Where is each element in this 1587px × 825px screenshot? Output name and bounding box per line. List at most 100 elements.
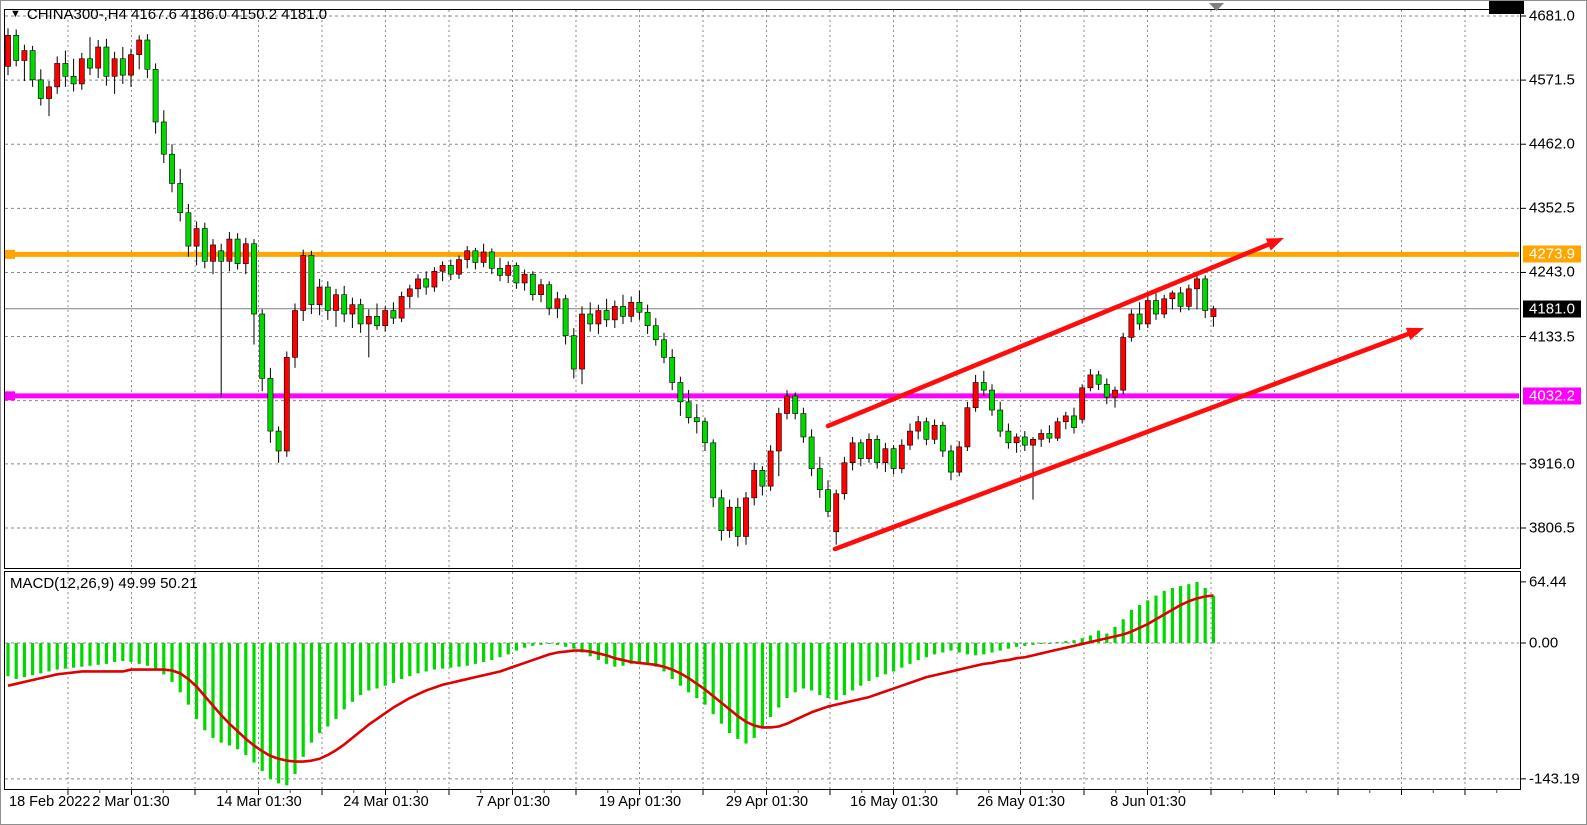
candle-down[interactable]	[120, 59, 125, 75]
candle-down[interactable]	[588, 314, 593, 324]
candle-down[interactable]	[145, 40, 150, 69]
candle-down[interactable]	[219, 251, 224, 262]
candle-up[interactable]	[415, 279, 420, 289]
candle-down[interactable]	[998, 410, 1003, 431]
candle-up[interactable]	[973, 383, 978, 408]
candle-down[interactable]	[309, 255, 314, 304]
candle-up[interactable]	[768, 451, 773, 486]
candle-down[interactable]	[38, 80, 43, 99]
candle-up[interactable]	[538, 285, 543, 295]
candle-down[interactable]	[1153, 301, 1158, 314]
candle-down[interactable]	[981, 383, 986, 391]
candle-up[interactable]	[227, 239, 232, 261]
candle-up[interactable]	[210, 245, 215, 261]
candle-down[interactable]	[1178, 293, 1183, 306]
candle-up[interactable]	[866, 439, 871, 458]
candle-up[interactable]	[1145, 301, 1150, 324]
candle-up[interactable]	[506, 265, 511, 275]
candle-up[interactable]	[432, 271, 437, 287]
candle-down[interactable]	[268, 378, 273, 431]
candle-down[interactable]	[235, 239, 240, 264]
candle-up[interactable]	[440, 265, 445, 271]
hline-handle[interactable]	[4, 391, 15, 400]
candle-down[interactable]	[374, 316, 379, 325]
trend-arrow-line[interactable]	[828, 244, 1268, 426]
candle-up[interactable]	[55, 63, 60, 86]
candle-down[interactable]	[711, 443, 716, 498]
candle-up[interactable]	[907, 431, 912, 445]
trend-arrow-head[interactable]	[1406, 328, 1424, 340]
candle-up[interactable]	[555, 299, 560, 308]
candle-down[interactable]	[948, 451, 953, 472]
candle-down[interactable]	[817, 469, 822, 490]
candle-up[interactable]	[5, 35, 10, 66]
candle-up[interactable]	[1055, 422, 1060, 438]
candle-up[interactable]	[916, 422, 921, 431]
candle-up[interactable]	[1129, 314, 1134, 337]
hline-handle[interactable]	[4, 250, 15, 259]
candle-up[interactable]	[22, 51, 27, 61]
candle-down[interactable]	[71, 76, 76, 84]
candle-up[interactable]	[1088, 375, 1093, 388]
candle-down[interactable]	[153, 69, 158, 122]
candle-up[interactable]	[317, 287, 322, 305]
candle-down[interactable]	[735, 507, 740, 536]
candle-up[interactable]	[128, 55, 133, 75]
candle-up[interactable]	[284, 357, 289, 451]
candle-down[interactable]	[1096, 375, 1101, 384]
candle-down[interactable]	[620, 306, 625, 316]
candle-up[interactable]	[1211, 309, 1216, 317]
candle-down[interactable]	[489, 252, 494, 268]
candle-up[interactable]	[1194, 279, 1199, 289]
candle-down[interactable]	[1137, 314, 1142, 324]
candle-up[interactable]	[932, 425, 937, 439]
candle-down[interactable]	[760, 470, 765, 486]
candle-down[interactable]	[678, 383, 683, 402]
candle-down[interactable]	[497, 268, 502, 275]
candle-down[interactable]	[104, 47, 109, 76]
candle-up[interactable]	[612, 306, 617, 319]
candle-up[interactable]	[481, 252, 486, 263]
candle-down[interactable]	[342, 295, 347, 314]
candle-up[interactable]	[1014, 437, 1019, 443]
candle-down[interactable]	[30, 51, 35, 80]
candle-up[interactable]	[776, 414, 781, 451]
candle-down[interactable]	[1022, 437, 1027, 445]
candle-down[interactable]	[260, 314, 265, 378]
candle-up[interactable]	[383, 310, 388, 325]
candle-up[interactable]	[456, 260, 461, 275]
candle-down[interactable]	[809, 437, 814, 469]
candle-up[interactable]	[1112, 390, 1117, 397]
candle-down[interactable]	[530, 274, 535, 294]
candle-down[interactable]	[604, 310, 609, 319]
candle-down[interactable]	[653, 326, 658, 340]
candle-down[interactable]	[169, 154, 174, 183]
candle-down[interactable]	[661, 340, 666, 358]
symbol-dropdown-triangle-icon[interactable]: ▼	[10, 9, 21, 20]
candle-up[interactable]	[834, 494, 839, 532]
candle-up[interactable]	[350, 305, 355, 314]
candle-up[interactable]	[1121, 337, 1126, 390]
candle-up[interactable]	[1080, 388, 1085, 420]
candle-up[interactable]	[629, 302, 634, 316]
candle-up[interactable]	[366, 316, 371, 324]
candle-down[interactable]	[514, 265, 519, 283]
candle-down[interactable]	[924, 422, 929, 440]
candle-up[interactable]	[1063, 416, 1068, 422]
candle-down[interactable]	[202, 229, 207, 262]
candle-down[interactable]	[694, 418, 699, 422]
candle-down[interactable]	[793, 396, 798, 414]
candle-down[interactable]	[801, 414, 806, 437]
chart-canvas[interactable]	[1, 1, 1587, 825]
candle-down[interactable]	[161, 122, 166, 154]
candle-down[interactable]	[1203, 279, 1208, 311]
candle-up[interactable]	[1170, 293, 1175, 299]
candle-down[interactable]	[1047, 433, 1052, 438]
candle-down[interactable]	[325, 287, 330, 310]
candle-up[interactable]	[243, 244, 248, 264]
candle-down[interactable]	[825, 490, 830, 512]
candle-up[interactable]	[784, 396, 789, 414]
candle-up[interactable]	[522, 274, 527, 283]
candle-up[interactable]	[333, 295, 338, 311]
candle-down[interactable]	[670, 357, 675, 382]
